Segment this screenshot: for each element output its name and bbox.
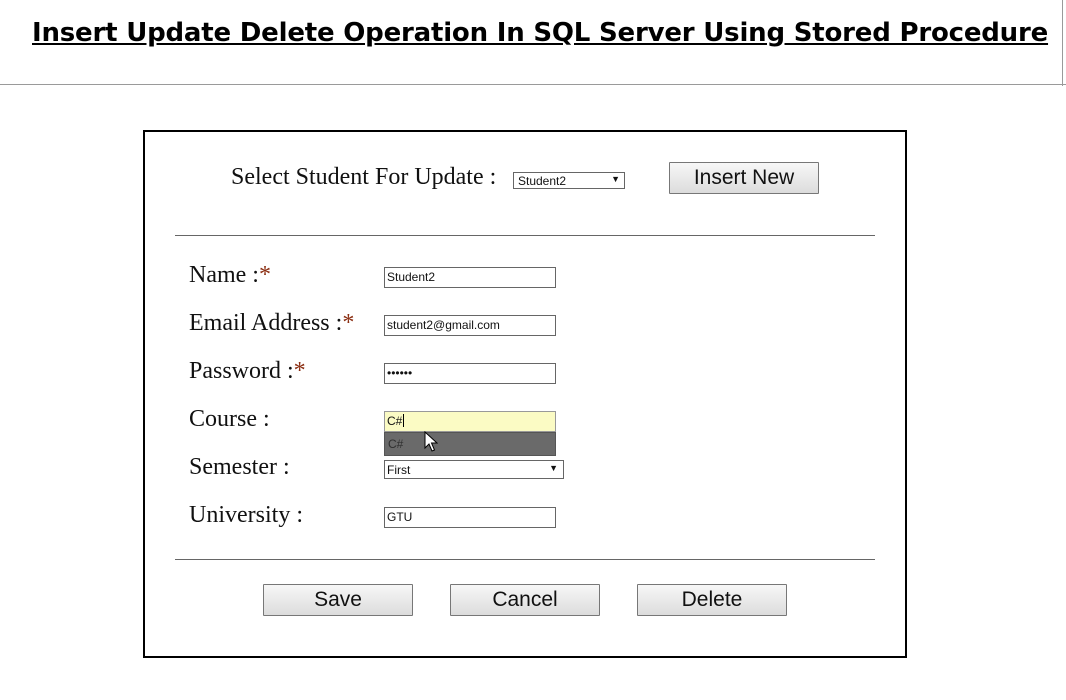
- text-caret: [403, 414, 405, 427]
- mouse-pointer-icon: [424, 431, 438, 452]
- name-label-text: Name :: [189, 262, 259, 288]
- course-field[interactable]: C#: [384, 411, 556, 432]
- required-asterisk: *: [293, 358, 306, 384]
- university-field[interactable]: GTU: [384, 507, 556, 528]
- email-label: Email Address :*: [189, 310, 354, 337]
- student-select[interactable]: Student2 ▼: [513, 172, 625, 189]
- university-label: University :: [189, 502, 303, 528]
- course-field-value: C#: [387, 414, 403, 428]
- dropdown-arrow-icon: ▼: [611, 174, 620, 184]
- required-asterisk: *: [258, 262, 271, 288]
- form-divider-bottom: [175, 559, 875, 560]
- password-label: Password :*: [189, 358, 306, 385]
- name-label: Name :*: [189, 262, 271, 289]
- page-title: Insert Update Delete Operation In SQL Se…: [32, 18, 1049, 48]
- select-student-label: Select Student For Update :: [231, 164, 497, 190]
- email-field[interactable]: student2@gmail.com: [384, 315, 556, 336]
- save-button[interactable]: Save: [263, 584, 413, 616]
- student-select-value: Student2: [518, 174, 567, 188]
- password-label-text: Password :: [189, 358, 294, 384]
- dropdown-arrow-icon: ▼: [549, 463, 558, 473]
- required-asterisk: *: [342, 310, 355, 336]
- course-autocomplete-suggestion[interactable]: C#: [384, 432, 556, 456]
- semester-label: Semester :: [189, 454, 290, 480]
- header-divider: [0, 84, 1066, 85]
- window-edge: [1062, 0, 1063, 86]
- semester-select[interactable]: First ▼: [384, 460, 564, 479]
- student-form-panel: Select Student For Update : Student2 ▼ I…: [143, 130, 907, 658]
- insert-new-button[interactable]: Insert New: [669, 162, 819, 194]
- name-field[interactable]: Student2: [384, 267, 556, 288]
- email-label-text: Email Address :: [189, 310, 343, 336]
- form-divider-top: [175, 235, 875, 236]
- cancel-button[interactable]: Cancel: [450, 584, 600, 616]
- delete-button[interactable]: Delete: [637, 584, 787, 616]
- semester-select-value: First: [387, 463, 411, 477]
- course-label: Course :: [189, 406, 270, 432]
- password-field[interactable]: ••••••: [384, 363, 556, 384]
